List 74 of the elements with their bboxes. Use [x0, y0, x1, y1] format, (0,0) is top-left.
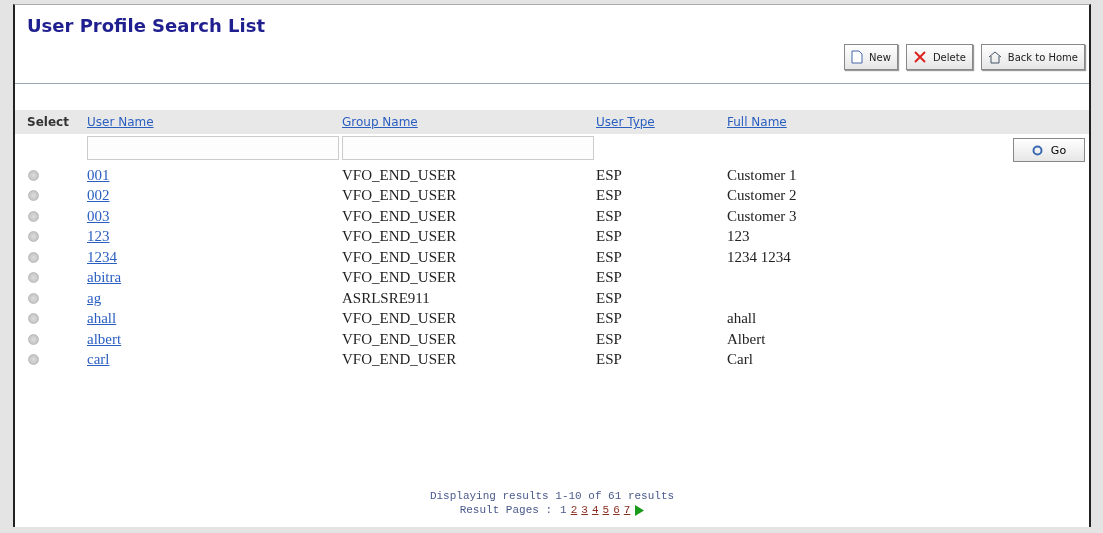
table-cell: ESP [596, 330, 622, 347]
profile-link[interactable]: abitra [87, 269, 122, 286]
page-link[interactable]: 5 [602, 504, 610, 516]
table-cell: ESP [596, 269, 622, 286]
next-page-icon[interactable] [634, 504, 645, 516]
table-cell: Albert [727, 330, 766, 347]
page-link[interactable]: 6 [613, 504, 620, 516]
table-cell: ESP [596, 187, 622, 204]
profile-link[interactable]: 123 [87, 228, 110, 245]
table-cell: ESP [596, 289, 622, 306]
close-icon [912, 50, 927, 64]
profile-link[interactable]: 1234 [87, 248, 117, 265]
table-cell: 123 [727, 228, 750, 245]
profile-link[interactable]: ahall [87, 310, 117, 327]
table-cell: ESP [596, 166, 622, 183]
radio-button[interactable] [28, 292, 39, 304]
table-cell: Customer 1 [727, 166, 797, 183]
radio-button[interactable] [28, 354, 39, 366]
radio-button[interactable] [28, 272, 39, 284]
radio-button[interactable] [28, 190, 39, 202]
table-cell: ahall [727, 310, 757, 327]
radio-button[interactable] [28, 251, 39, 263]
radio-button[interactable] [28, 210, 39, 222]
table-cell: VFO_END_USER [342, 330, 457, 347]
table-cell: Customer 3 [727, 207, 797, 224]
column-header-link[interactable]: Full Name [727, 115, 1027, 129]
page-link[interactable]: 3 [581, 504, 588, 516]
go-button[interactable]: Go [1013, 138, 1085, 162]
column-header: Select [26, 115, 70, 129]
table-cell: ESP [596, 310, 622, 327]
table-cell: VFO_END_USER [342, 351, 457, 368]
radio-button[interactable] [28, 313, 39, 325]
profile-link[interactable]: 001 [87, 166, 110, 183]
table-cell: VFO_END_USER [342, 269, 457, 286]
table-cell: ESP [596, 351, 622, 368]
table-cell: Carl [727, 351, 753, 368]
filter-field[interactable] [87, 136, 339, 160]
table-cell: VFO_END_USER [342, 228, 457, 245]
radio-button[interactable] [28, 169, 39, 181]
table-cell: VFO_END_USER [342, 166, 457, 183]
profile-link[interactable]: albert [87, 330, 122, 347]
table-cell: VFO_END_USER [342, 187, 457, 204]
page-link[interactable]: 4 [591, 504, 599, 516]
table-cell: ESP [596, 228, 622, 245]
page-link[interactable]: 2 [570, 504, 578, 516]
page-title: User Profile Search List [26, 14, 265, 36]
table-cell: ASRLSRE911 [342, 289, 430, 306]
filter-field[interactable] [342, 136, 594, 160]
document-icon [851, 50, 864, 64]
profile-link[interactable]: carl [87, 351, 110, 368]
table-cell: VFO_END_USER [342, 207, 457, 224]
profile-link[interactable]: 002 [87, 187, 110, 204]
table-cell: VFO_END_USER [342, 248, 457, 265]
profile-link[interactable]: ag [87, 289, 102, 306]
new-button[interactable]: New [844, 44, 898, 70]
table-cell: 1234 1234 [727, 248, 791, 265]
table-cell: ESP [596, 248, 622, 265]
table-cell: VFO_END_USER [342, 310, 457, 327]
column-header-link[interactable]: Group Name [342, 115, 596, 129]
pages-label: Result Pages : [459, 503, 553, 517]
table-cell: Customer 2 [727, 187, 797, 204]
home-icon [987, 50, 1002, 64]
circle-icon [1031, 144, 1043, 156]
profile-link[interactable]: 003 [87, 207, 110, 224]
radio-button[interactable] [28, 231, 39, 243]
radio-button[interactable] [28, 333, 39, 345]
column-header-link[interactable]: User Type [596, 115, 727, 129]
column-header-link[interactable]: User Name [87, 115, 342, 129]
results-summary: Displaying results 1-10 of 61 results [429, 490, 675, 502]
table-cell: ESP [596, 207, 622, 224]
page-link[interactable]: 7 [623, 504, 631, 516]
home-button[interactable]: Back to Home [980, 44, 1085, 70]
page-link[interactable]: 1 [560, 504, 567, 516]
delete-button[interactable]: Delete [905, 44, 973, 70]
